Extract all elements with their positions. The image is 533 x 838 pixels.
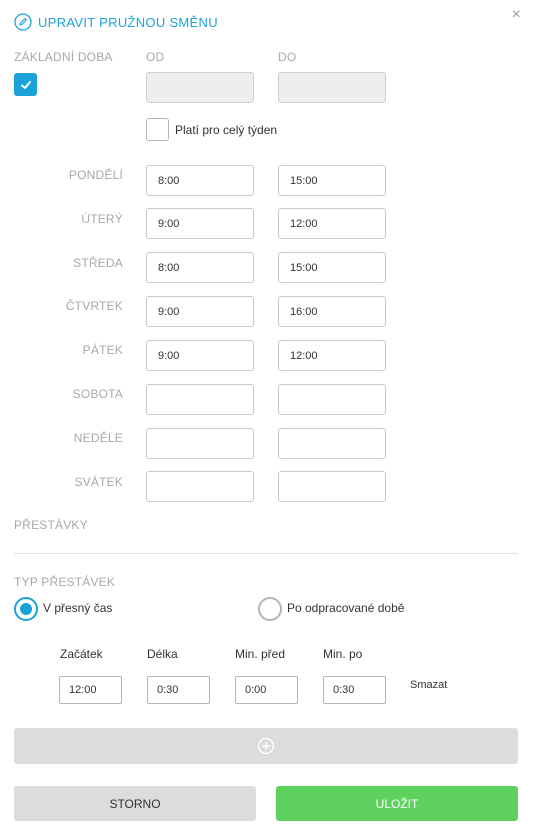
check-icon bbox=[20, 80, 31, 89]
dialog-title: UPRAVIT PRUŽNOU SMĚNU bbox=[14, 12, 218, 32]
to-column-label: DO bbox=[278, 50, 297, 64]
day-from-input[interactable] bbox=[146, 471, 254, 502]
from-column-label: OD bbox=[146, 50, 165, 64]
day-from-input[interactable]: 8:00 bbox=[146, 165, 254, 196]
day-label: ČTVRTEK bbox=[65, 299, 123, 313]
break-type-label: TYP PŘESTÁVEK bbox=[14, 575, 116, 589]
base-from-input[interactable] bbox=[146, 72, 254, 103]
dialog-title-text: UPRAVIT PRUŽNOU SMĚNU bbox=[38, 14, 218, 30]
divider bbox=[14, 553, 518, 554]
day-to-input[interactable]: 15:00 bbox=[278, 165, 386, 196]
day-to-input[interactable]: 12:00 bbox=[278, 340, 386, 371]
exact-time-label: V přesný čas bbox=[43, 601, 113, 615]
breaks-section-label: PŘESTÁVKY bbox=[14, 518, 88, 532]
add-break-button[interactable] bbox=[14, 728, 518, 764]
base-time-label: ZÁKLADNÍ DOBA bbox=[14, 50, 113, 64]
length-column-label: Délka bbox=[147, 647, 178, 661]
day-label: STŘEDA bbox=[73, 256, 123, 270]
break-min-before-input[interactable]: 0:00 bbox=[235, 676, 298, 704]
min-after-column-label: Min. po bbox=[323, 647, 363, 661]
day-to-input[interactable] bbox=[278, 428, 386, 459]
day-label: PÁTEK bbox=[82, 343, 123, 357]
day-label: NEDĚLE bbox=[73, 431, 123, 445]
after-worked-time-radio[interactable] bbox=[258, 597, 282, 621]
day-from-input[interactable]: 9:00 bbox=[146, 208, 254, 239]
day-label: ÚTERÝ bbox=[81, 212, 123, 226]
day-label: PONDĚLÍ bbox=[68, 168, 123, 182]
after-worked-time-label: Po odpracované době bbox=[287, 601, 405, 615]
break-min-after-input[interactable]: 0:30 bbox=[323, 676, 386, 704]
day-from-input[interactable] bbox=[146, 384, 254, 415]
day-from-input[interactable]: 9:00 bbox=[146, 296, 254, 327]
day-from-input[interactable]: 9:00 bbox=[146, 340, 254, 371]
whole-week-checkbox[interactable] bbox=[146, 118, 169, 141]
day-label: SVÁTEK bbox=[74, 475, 123, 489]
min-before-column-label: Min. před bbox=[235, 647, 286, 661]
day-to-input[interactable]: 16:00 bbox=[278, 296, 386, 327]
delete-break-link[interactable]: Smazat bbox=[410, 679, 447, 691]
close-icon[interactable]: × bbox=[512, 6, 521, 24]
cancel-button[interactable]: STORNO bbox=[14, 786, 256, 821]
day-to-input[interactable]: 15:00 bbox=[278, 252, 386, 283]
base-time-checkbox[interactable] bbox=[14, 73, 37, 96]
exact-time-radio[interactable] bbox=[14, 597, 38, 621]
day-to-input[interactable] bbox=[278, 471, 386, 502]
pencil-icon bbox=[14, 13, 32, 31]
start-column-label: Začátek bbox=[60, 647, 103, 661]
save-button[interactable]: ULOŽIT bbox=[276, 786, 518, 821]
day-from-input[interactable]: 8:00 bbox=[146, 252, 254, 283]
break-length-input[interactable]: 0:30 bbox=[147, 676, 210, 704]
day-label: SOBOTA bbox=[72, 387, 123, 401]
day-to-input[interactable]: 12:00 bbox=[278, 208, 386, 239]
whole-week-label: Platí pro celý týden bbox=[175, 123, 278, 137]
break-start-input[interactable]: 12:00 bbox=[59, 676, 122, 704]
day-to-input[interactable] bbox=[278, 384, 386, 415]
day-from-input[interactable] bbox=[146, 428, 254, 459]
plus-circle-icon bbox=[257, 737, 275, 755]
base-to-input[interactable] bbox=[278, 72, 386, 103]
